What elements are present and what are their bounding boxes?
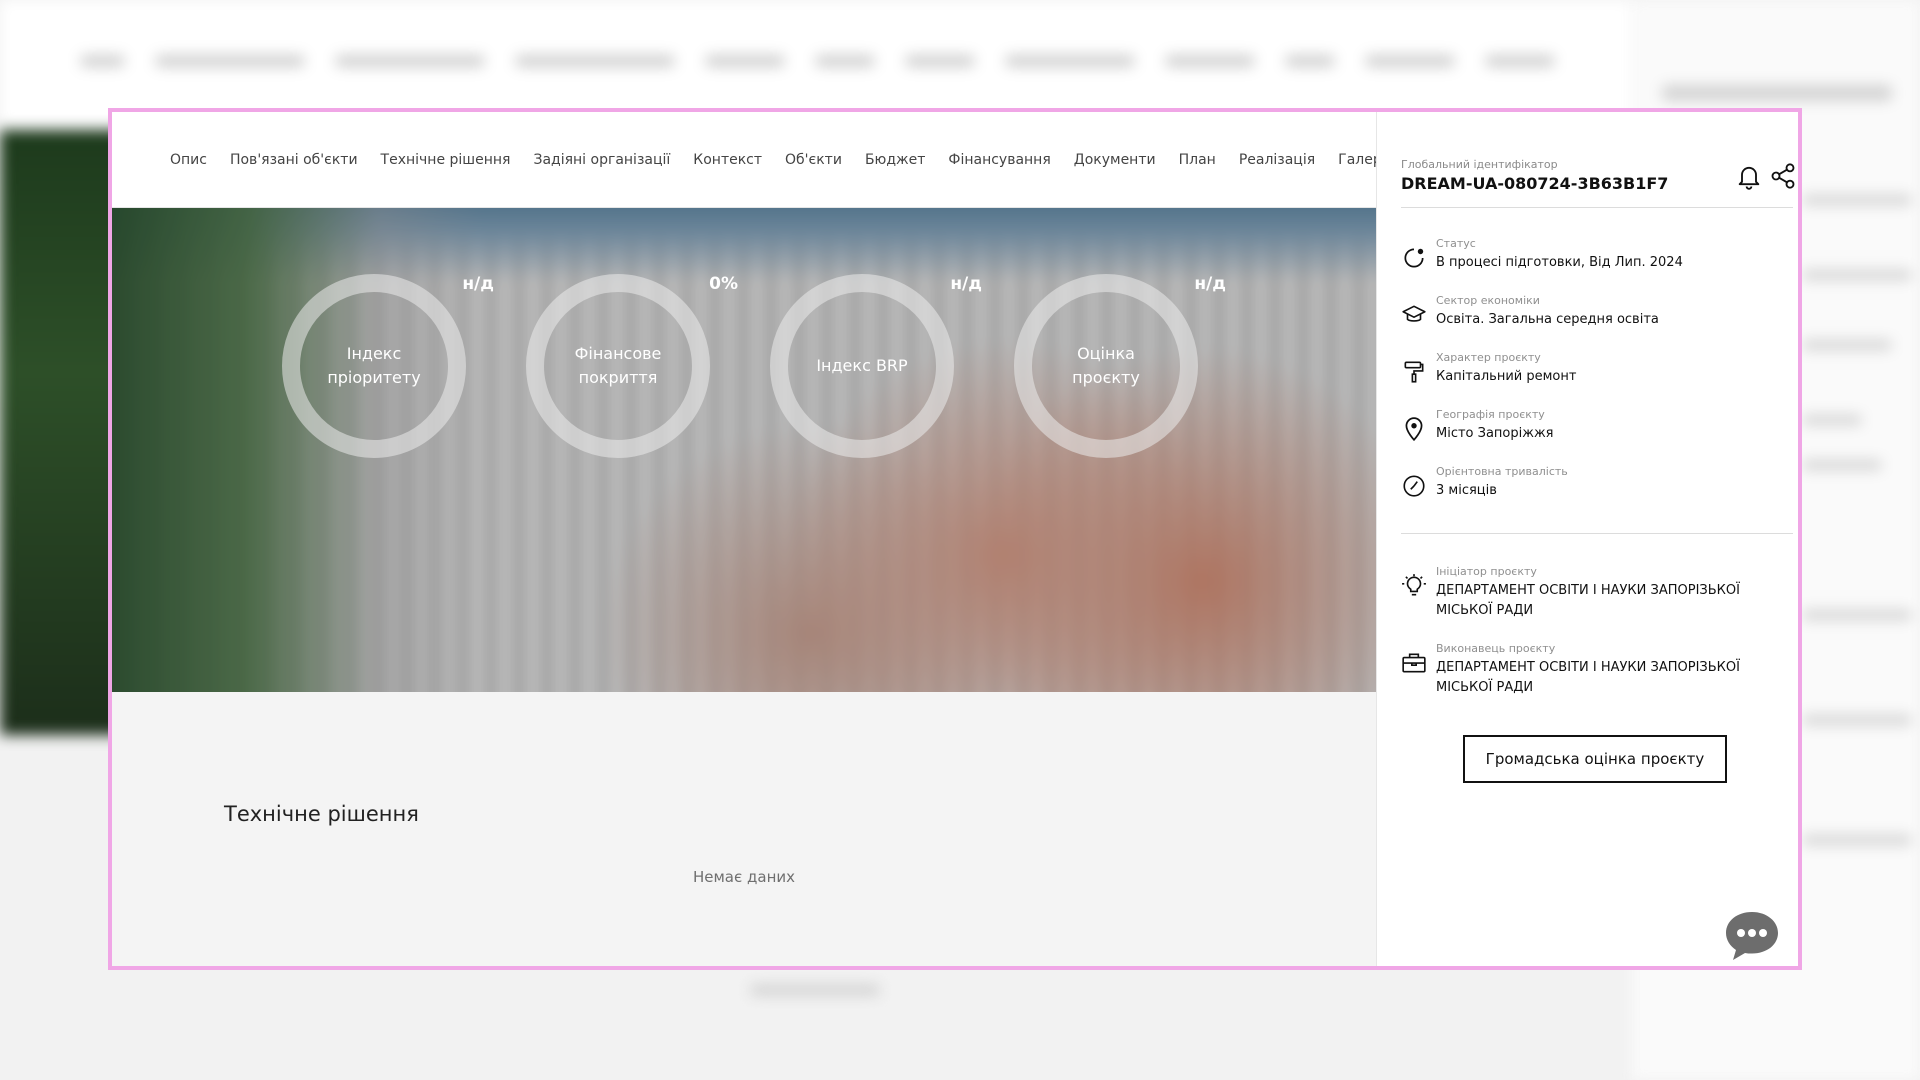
chat-icon[interactable] — [1724, 910, 1780, 962]
hero-banner: Індекс пріоритету н/д Фінансове покриття… — [112, 208, 1376, 692]
sidebar-divider — [1401, 207, 1793, 208]
tab-budget[interactable]: Бюджет — [865, 152, 925, 168]
sidebar-divider — [1401, 533, 1793, 534]
info-label: Ініціатор проєкту — [1436, 565, 1537, 578]
paint-roller-icon — [1404, 361, 1424, 383]
graduation-cap-icon — [1402, 305, 1426, 322]
info-label: Статус — [1436, 237, 1476, 250]
info-value: В процесі підготовки, Від Лип. 2024 — [1436, 255, 1683, 270]
tab-plan[interactable]: План — [1179, 152, 1216, 168]
indicator-label: Індекс пріоритету — [327, 344, 421, 387]
indicator-value: 0% — [709, 274, 738, 294]
indicator-value: н/д — [462, 274, 494, 294]
indicator-value: н/д — [1194, 274, 1226, 294]
map-pin-icon — [1405, 417, 1423, 442]
project-modal: Опис Пов'язані об'єкти Технічне рішення … — [108, 108, 1802, 970]
indicator-financial-coverage: Фінансове покриття 0% — [526, 274, 738, 458]
global-id-value: DREAM-UA-080724-3B63B1F7 — [1401, 174, 1669, 193]
public-rating-button[interactable]: Громадська оцінка проєкту — [1463, 735, 1727, 783]
info-label: Виконавець проєкту — [1436, 642, 1556, 655]
tab-objects[interactable]: Об'єкти — [785, 152, 842, 168]
tab-bar: Опис Пов'язані об'єкти Технічне рішення … — [112, 112, 1399, 208]
info-label: Географія проєкту — [1436, 408, 1545, 421]
briefcase-icon — [1402, 653, 1426, 673]
lightbulb-icon — [1402, 574, 1426, 596]
sidebar-scrollbar[interactable] — [1798, 302, 1802, 402]
indicator-label: Індекс BRP — [816, 356, 908, 375]
tab-organizations[interactable]: Задіяні організації — [533, 152, 670, 168]
indicator-priority-index: Індекс пріоритету н/д — [282, 274, 494, 458]
global-id-label: Глобальний ідентифікатор — [1401, 158, 1558, 171]
project-sidebar: Глобальний ідентифікатор DREAM-UA-080724… — [1376, 112, 1802, 966]
indicator-label: Фінансове покриття — [574, 344, 662, 387]
info-value: Місто Запоріжжя — [1436, 426, 1554, 441]
info-label: Сектор економіки — [1436, 294, 1540, 307]
indicator-brp-index: Індекс BRP н/д — [770, 274, 982, 458]
main-panel: Опис Пов'язані об'єкти Технічне рішення … — [112, 112, 1399, 966]
info-value: Капітальний ремонт — [1436, 369, 1577, 384]
info-label: Характер проєкту — [1436, 351, 1541, 364]
tab-description[interactable]: Опис — [170, 152, 207, 168]
info-value: 3 місяців — [1436, 483, 1497, 498]
indicator-value: н/д — [950, 274, 982, 294]
info-value: Освіта. Загальна середня освіта — [1436, 312, 1659, 327]
bell-icon[interactable] — [1735, 162, 1763, 190]
tab-implementation[interactable]: Реалізація — [1239, 152, 1315, 168]
status-icon — [1404, 248, 1424, 268]
share-icon[interactable] — [1769, 162, 1797, 190]
tab-documents[interactable]: Документи — [1074, 152, 1156, 168]
info-value: ДЕПАРТАМЕНТ ОСВІТИ І НАУКИ ЗАПОРІЗЬКОЇ М… — [1436, 583, 1740, 618]
indicator-project-rating: Оцінка проєкту н/д — [1014, 274, 1226, 458]
info-label: Орієнтовна тривалість — [1436, 465, 1568, 478]
clock-icon — [1403, 475, 1425, 497]
info-value: ДЕПАРТАМЕНТ ОСВІТИ І НАУКИ ЗАПОРІЗЬКОЇ М… — [1436, 660, 1740, 695]
tab-context[interactable]: Контекст — [693, 152, 762, 168]
tab-related-objects[interactable]: Пов'язані об'єкти — [230, 152, 358, 168]
tab-technical-solution[interactable]: Технічне рішення — [381, 152, 511, 168]
indicator-label: Оцінка проєкту — [1072, 344, 1140, 387]
empty-state-text: Немає даних — [692, 868, 795, 886]
tab-financing[interactable]: Фінансування — [948, 152, 1050, 168]
section-title: Технічне рішення — [224, 802, 419, 826]
